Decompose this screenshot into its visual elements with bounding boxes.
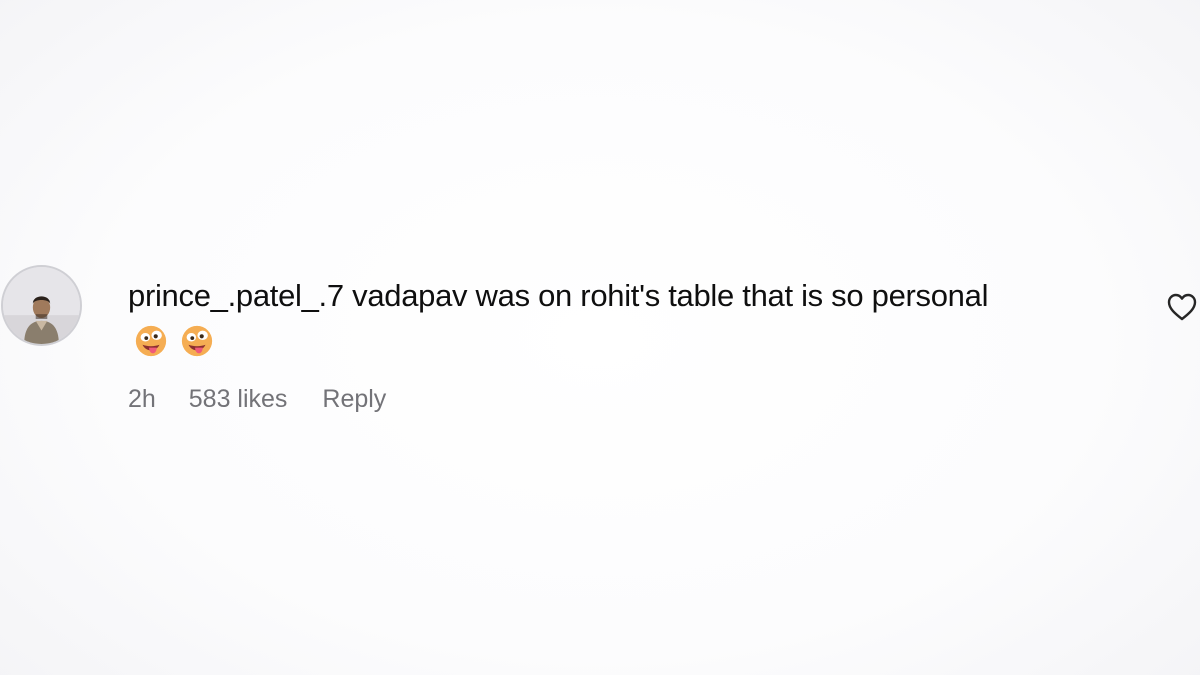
drooling-face-emoji — [180, 324, 214, 358]
comment-meta: 2h 583 likes Reply — [128, 385, 386, 414]
drooling-face-emoji — [134, 324, 168, 358]
comment-username[interactable]: prince_.patel_.7 — [128, 278, 344, 313]
comment-item: prince_.patel_.7 vadapav was on rohit's … — [0, 265, 1200, 435]
comment-likes-count[interactable]: 583 likes — [189, 385, 288, 414]
comment-text-block: prince_.patel_.7 vadapav was on rohit's … — [128, 273, 1028, 365]
comment-timestamp: 2h — [128, 385, 156, 413]
comment-body: prince_.patel_.7 vadapav was on rohit's … — [128, 273, 1028, 365]
comment-text: vadapav was on rohit's table that is so … — [352, 278, 989, 313]
heart-outline-icon — [1167, 293, 1197, 321]
reply-button[interactable]: Reply — [322, 385, 386, 414]
avatar[interactable] — [1, 265, 82, 346]
avatar-photo — [3, 267, 80, 344]
like-button[interactable] — [1166, 292, 1198, 322]
